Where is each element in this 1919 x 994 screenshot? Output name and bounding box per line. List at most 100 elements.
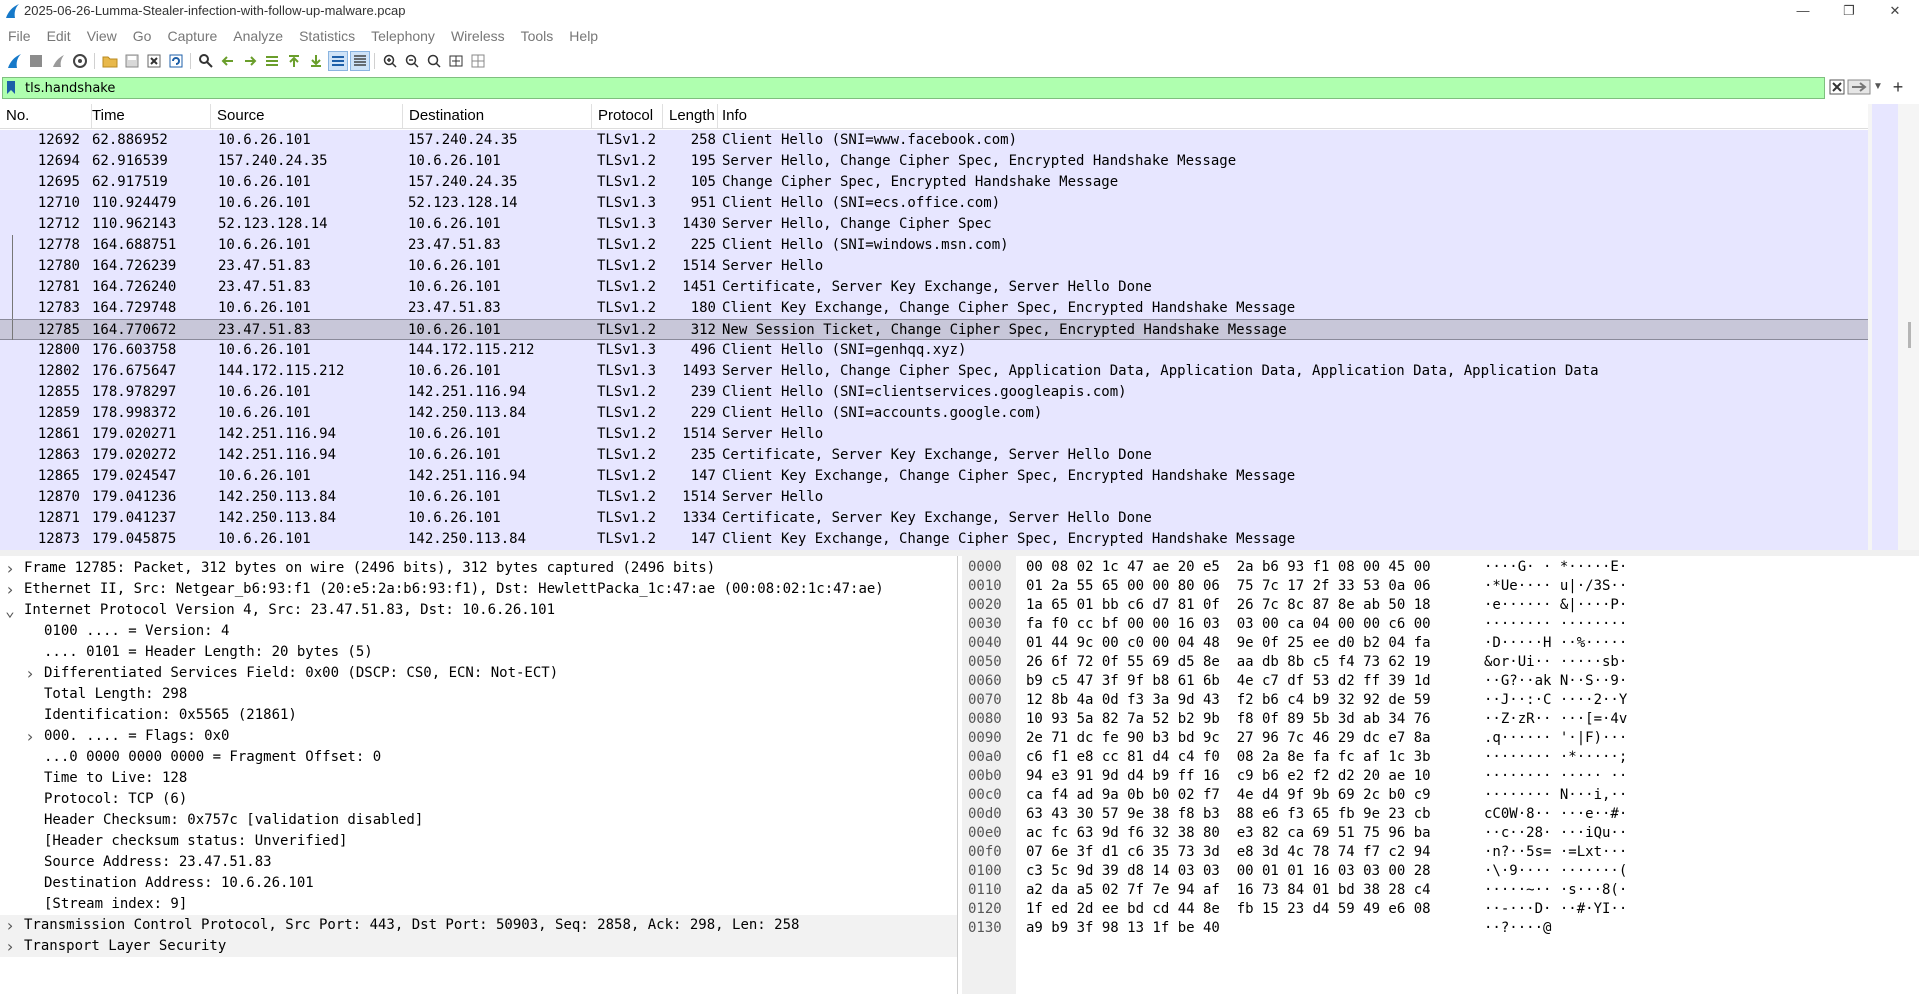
colorize-packet-list-icon[interactable]	[350, 51, 370, 71]
capture-options-icon[interactable]	[70, 51, 90, 71]
scrollbar-thumb[interactable]	[1908, 322, 1911, 348]
column-time[interactable]: Time	[86, 104, 211, 128]
clear-filter-icon[interactable]	[1829, 79, 1845, 95]
packet-list-minimap[interactable]	[1872, 104, 1898, 550]
detail-tree-subitem[interactable]: Identification: 0x5565 (21861)	[0, 705, 957, 726]
hex-row[interactable]: 0080 10 93 5a 82 7a 52 b2 9b f8 0f 89 5b …	[962, 710, 1919, 729]
detail-tree-subitem[interactable]: Time to Live: 128	[0, 768, 957, 789]
chevron-right-icon[interactable]: ›	[24, 726, 36, 747]
save-file-icon[interactable]	[122, 51, 142, 71]
hex-row[interactable]: 00c0 ca f4 ad 9a 0b b0 02 f7 4e d4 9f 9b …	[962, 786, 1919, 805]
packet-row[interactable]: 12863 179.020272 142.251.116.94 10.6.26.101…	[0, 445, 1868, 466]
detail-tree-subitem[interactable]: Source Address: 23.47.51.83	[0, 852, 957, 873]
packet-row[interactable]: 12780 164.726239 23.47.51.83 10.6.26.101 TLS…	[0, 256, 1868, 277]
menu-wireless[interactable]: Wireless	[443, 25, 513, 47]
chevron-right-icon[interactable]: ›	[4, 936, 16, 957]
add-filter-button-icon[interactable]: +	[1889, 77, 1907, 97]
column-length[interactable]: Length	[663, 104, 718, 128]
hex-row[interactable]: 0100 c3 5c 9d 39 d8 14 03 03 00 01 01 16 …	[962, 862, 1919, 881]
packet-row[interactable]: 12870 179.041236 142.250.113.84 10.6.26.101…	[0, 487, 1868, 508]
go-first-packet-icon[interactable]	[284, 51, 304, 71]
packet-row[interactable]: 12802 176.675647 144.172.115.212 10.6.26.10…	[0, 361, 1868, 382]
chevron-right-icon[interactable]: ›	[4, 558, 16, 579]
packet-row[interactable]: 12800 176.603758 10.6.26.101 144.172.115.21…	[0, 340, 1868, 361]
detail-tree-subitem[interactable]: [Header checksum status: Unverified]	[0, 831, 957, 852]
packet-row[interactable]: 12712 110.962143 52.123.128.14 10.6.26.101 T…	[0, 214, 1868, 235]
zoom-reset-icon[interactable]	[424, 51, 444, 71]
detail-tree-item[interactable]: › Frame 12785: Packet, 312 bytes on wire …	[0, 558, 957, 579]
layout-icon[interactable]	[468, 51, 488, 71]
hex-row[interactable]: 0040 01 44 9c 00 c0 00 04 48 9e 0f 25 ee …	[962, 634, 1919, 653]
bookmark-icon[interactable]	[6, 80, 16, 95]
packet-row[interactable]: 12871 179.041237 142.250.113.84 10.6.26.101…	[0, 508, 1868, 529]
resize-columns-icon[interactable]	[446, 51, 466, 71]
hex-row[interactable]: 0120 1f ed 2d ee bd cd 44 8e fb 15 23 d4 …	[962, 900, 1919, 919]
restart-capture-icon[interactable]	[48, 51, 68, 71]
hex-row[interactable]: 0000 00 08 02 1c 47 ae 20 e5 2a b6 93 f1 …	[962, 558, 1919, 577]
close-file-icon[interactable]	[144, 51, 164, 71]
menu-telephony[interactable]: Telephony	[363, 25, 443, 47]
packet-row[interactable]: 12855 178.978297 10.6.26.101 142.251.116.94…	[0, 382, 1868, 403]
hex-row[interactable]: 0030 fa f0 cc bf 00 00 16 03 03 00 ca 04 …	[962, 615, 1919, 634]
display-filter-input[interactable]	[25, 79, 1825, 97]
packet-row[interactable]: 12783 164.729748 10.6.26.101 23.47.51.83 TLS…	[0, 298, 1868, 319]
hex-row[interactable]: 0060 b9 c5 47 3f 9f b8 61 6b 4e c7 df 53 …	[962, 672, 1919, 691]
hex-row[interactable]: 00d0 63 43 30 57 9e 38 f8 b3 88 e6 f3 65 …	[962, 805, 1919, 824]
menu-tools[interactable]: Tools	[513, 25, 562, 47]
minimize-icon[interactable]: —	[1780, 0, 1826, 22]
menu-view[interactable]: View	[79, 25, 125, 47]
column-no[interactable]: No.	[0, 104, 92, 128]
detail-tree-subitem[interactable]: › 000. .... = Flags: 0x0	[0, 726, 957, 747]
chevron-right-icon[interactable]: ›	[4, 579, 16, 600]
restore-icon[interactable]: ❐	[1826, 0, 1872, 22]
detail-tree-item[interactable]: › Transmission Control Protocol, Src Port…	[0, 915, 957, 936]
detail-tree-item[interactable]: ⌄ Internet Protocol Version 4, Src: 23.47…	[0, 600, 957, 621]
reload-file-icon[interactable]	[166, 51, 186, 71]
detail-tree-subitem[interactable]: › Differentiated Services Field: 0x00 (DS…	[0, 663, 957, 684]
hex-row[interactable]: 0050 26 6f 72 0f 55 69 d5 8e aa db 8b c5 …	[962, 653, 1919, 672]
packet-row[interactable]: 12861 179.020271 142.251.116.94 10.6.26.101…	[0, 424, 1868, 445]
find-packet-icon[interactable]	[196, 51, 216, 71]
menu-analyze[interactable]: Analyze	[225, 25, 291, 47]
go-forward-icon[interactable]	[240, 51, 260, 71]
menu-help[interactable]: Help	[561, 25, 606, 47]
hex-row[interactable]: 00f0 07 6e 3f d1 c6 35 73 3d e8 3d 4c 78 …	[962, 843, 1919, 862]
detail-tree-subitem[interactable]: Destination Address: 10.6.26.101	[0, 873, 957, 894]
hex-row[interactable]: 00a0 c6 f1 e8 cc 81 d4 c4 f0 08 2a 8e fa …	[962, 748, 1919, 767]
detail-tree-item[interactable]: › Ethernet II, Src: Netgear_b6:93:f1 (20:…	[0, 579, 957, 600]
hex-row[interactable]: 0010 01 2a 55 65 00 00 80 06 75 7c 17 2f …	[962, 577, 1919, 596]
column-source[interactable]: Source	[211, 104, 403, 128]
apply-filter-icon[interactable]	[1847, 79, 1871, 95]
stop-capture-icon[interactable]	[26, 51, 46, 71]
column-protocol[interactable]: Protocol	[592, 104, 663, 128]
packet-row-selected[interactable]: 12785 164.770672 23.47.51.83 10.6.26.101 TLS…	[0, 319, 1868, 341]
chevron-right-icon[interactable]: ›	[4, 915, 16, 936]
menu-file[interactable]: File	[0, 25, 39, 47]
menu-capture[interactable]: Capture	[159, 25, 225, 47]
detail-tree-subitem[interactable]: Protocol: TCP (6)	[0, 789, 957, 810]
detail-tree-subitem[interactable]: Header Checksum: 0x757c [validation disa…	[0, 810, 957, 831]
hex-row[interactable]: 0130 a9 b9 3f 98 13 1f be 40 ··?····@	[962, 919, 1919, 938]
chevron-down-icon[interactable]: ⌄	[4, 600, 16, 621]
detail-tree-subitem[interactable]: [Stream index: 9]	[0, 894, 957, 915]
hex-row[interactable]: 0090 2e 71 dc fe 90 b3 bd 9c 27 96 7c 46 …	[962, 729, 1919, 748]
packet-row[interactable]: 12778 164.688751 10.6.26.101 23.47.51.83 TLS…	[0, 235, 1868, 256]
detail-tree-subitem[interactable]: 0100 .... = Version: 4	[0, 621, 957, 642]
start-capture-icon[interactable]	[4, 51, 24, 71]
go-last-packet-icon[interactable]	[306, 51, 326, 71]
hex-row[interactable]: 0070 12 8b 4a 0d f3 3a 9d 43 f2 b6 c4 b9 …	[962, 691, 1919, 710]
go-to-packet-icon[interactable]	[262, 51, 282, 71]
menu-statistics[interactable]: Statistics	[291, 25, 363, 47]
column-destination[interactable]: Destination	[403, 104, 592, 128]
packet-row[interactable]: 12695 62.917519 10.6.26.101 157.240.24.35 TL…	[0, 172, 1868, 193]
filter-history-dropdown-icon[interactable]: ▼	[1873, 79, 1883, 95]
packet-row[interactable]: 12694 62.916539 157.240.24.35 10.6.26.101 TL…	[0, 151, 1868, 172]
open-file-icon[interactable]	[100, 51, 120, 71]
detail-tree-item[interactable]: › Transport Layer Security	[0, 936, 957, 957]
go-back-icon[interactable]	[218, 51, 238, 71]
hex-row[interactable]: 0110 a2 da a5 02 7f 7e 94 af 16 73 84 01 …	[962, 881, 1919, 900]
detail-tree-subitem[interactable]: Total Length: 298	[0, 684, 957, 705]
detail-tree-subitem[interactable]: .... 0101 = Header Length: 20 bytes (5)	[0, 642, 957, 663]
menu-go[interactable]: Go	[125, 25, 160, 47]
packet-row[interactable]: 12865 179.024547 10.6.26.101 142.251.116.94…	[0, 466, 1868, 487]
